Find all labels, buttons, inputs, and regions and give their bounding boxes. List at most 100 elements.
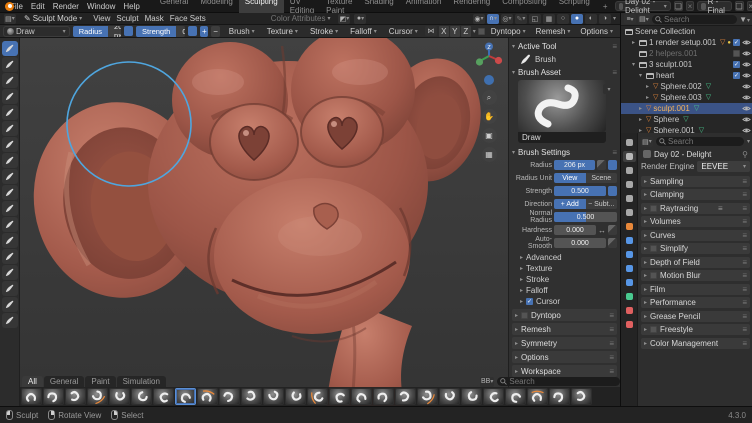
brush-dropdown[interactable]: Brush▾ bbox=[225, 27, 259, 36]
symmetry-y-toggle[interactable]: Y bbox=[450, 26, 460, 37]
auto-smooth-pressure-toggle[interactable] bbox=[608, 238, 617, 248]
tool-scrape-icon[interactable] bbox=[2, 201, 18, 216]
brush-name-field[interactable]: Draw bbox=[518, 132, 606, 143]
eye-icon[interactable] bbox=[742, 71, 751, 80]
properties-tab-view-layer[interactable] bbox=[623, 179, 636, 190]
outliner-row-1-render-setup-001[interactable]: ▸1 render setup.001▽●✓ bbox=[621, 37, 752, 48]
radius-unit-scene[interactable]: Scene bbox=[586, 173, 618, 183]
pin-icon[interactable]: ⚲ bbox=[742, 150, 748, 159]
outliner-row-3-sculpt-001[interactable]: ▾3 sculpt.001✓ bbox=[621, 59, 752, 70]
tool-transform-icon[interactable] bbox=[2, 297, 18, 312]
properties-panel-color-management[interactable]: ▸Color Management≡ bbox=[641, 338, 750, 349]
direction-add-button[interactable]: + bbox=[200, 26, 208, 37]
snap-magnet-icon[interactable]: ∩▾ bbox=[487, 14, 499, 24]
brush-thumbnail-18[interactable] bbox=[417, 388, 438, 405]
brush-thumbnail-11[interactable] bbox=[263, 388, 284, 405]
radius-animate-toggle[interactable] bbox=[597, 160, 606, 170]
delete-scene-button[interactable]: × bbox=[686, 1, 694, 11]
outliner-row-sculpt-001[interactable]: ▸▽sculpt.001▽ bbox=[621, 103, 752, 114]
navigation-axis-gizmo[interactable]: Z bbox=[475, 42, 503, 70]
tool-draw-icon[interactable] bbox=[2, 41, 18, 56]
palette-icon[interactable]: ●▾ bbox=[354, 14, 366, 24]
brush-thumbnail-12[interactable] bbox=[285, 388, 306, 405]
panel-options[interactable]: ▸Options≡ bbox=[512, 351, 617, 363]
radius-field[interactable]: 206 px bbox=[554, 160, 595, 170]
view-layer-selector[interactable]: R - Final bbox=[697, 1, 732, 11]
tool-blob-icon[interactable] bbox=[2, 137, 18, 152]
properties-editor-type-icon[interactable]: ▤▾ bbox=[641, 137, 653, 147]
panel-dyntopo[interactable]: ▸Dyntopo≡ bbox=[512, 309, 617, 321]
symmetry-z-toggle[interactable]: Z bbox=[461, 26, 471, 37]
properties-search-input[interactable]: Search bbox=[656, 137, 744, 146]
editor-type-icon[interactable]: ▤▾ bbox=[4, 14, 16, 24]
outliner-row-2-helpers-001[interactable]: 2 helpers.001 bbox=[621, 48, 752, 59]
eye-icon[interactable] bbox=[742, 60, 751, 69]
menu-render[interactable]: Render bbox=[49, 2, 83, 11]
properties-tab-data[interactable] bbox=[623, 291, 636, 302]
properties-panel-clamping[interactable]: ▸Clamping≡ bbox=[641, 189, 750, 200]
auto-smooth-field[interactable]: 0.000 bbox=[554, 238, 606, 248]
viewport-menu-view[interactable]: View bbox=[90, 14, 113, 23]
filter-funnel-icon[interactable]: ▼▾ bbox=[739, 15, 750, 24]
tool-annotate-icon[interactable] bbox=[2, 313, 18, 328]
properties-tab-render[interactable] bbox=[623, 151, 636, 162]
pan-hand-icon[interactable]: ✋ bbox=[482, 109, 497, 124]
outliner-row-sphere[interactable]: ▸▽Sphere▽ bbox=[621, 114, 752, 125]
tool-clay-strips-icon[interactable] bbox=[2, 89, 18, 104]
shelf-tab-all[interactable]: All bbox=[22, 376, 43, 387]
brush-asset-panel-header[interactable]: ▾Brush Asset≡ bbox=[512, 66, 617, 78]
brush-thumbnail-15[interactable] bbox=[351, 388, 372, 405]
show-gizmo-icon[interactable]: ◱ bbox=[529, 14, 541, 24]
shelf-display-button[interactable]: BB▾ bbox=[480, 377, 494, 387]
viewport-3d[interactable] bbox=[20, 38, 508, 406]
direction-subtract-button[interactable]: − bbox=[211, 26, 219, 37]
tool-clay-icon[interactable] bbox=[2, 73, 18, 88]
brush-thumbnail-24[interactable] bbox=[549, 388, 570, 405]
tool-crease-icon[interactable] bbox=[2, 153, 18, 168]
strength-slider[interactable]: Strength 0.500 bbox=[136, 26, 185, 37]
shading-rendered-icon[interactable]: ◑ bbox=[599, 14, 611, 24]
properties-tab-modifiers[interactable] bbox=[623, 235, 636, 246]
properties-tab-constraints[interactable] bbox=[623, 277, 636, 288]
show-overlays-icon[interactable]: ▦ bbox=[543, 14, 555, 24]
hardness-invert-icon[interactable]: ↔ bbox=[598, 226, 606, 235]
direction-option[interactable]: + Add bbox=[554, 199, 586, 209]
properties-panel-film[interactable]: ▸Film≡ bbox=[641, 284, 750, 295]
mode-selector[interactable]: ✎ Sculpt Mode ▾ bbox=[20, 14, 86, 23]
properties-panel-grease-pencil[interactable]: ▸Grease Pencil≡ bbox=[641, 311, 750, 322]
menu-help[interactable]: Help bbox=[119, 2, 143, 11]
properties-tab-physics[interactable] bbox=[623, 263, 636, 274]
outliner-row-sphere-003[interactable]: ▸▽Sphere.003▽ bbox=[621, 92, 752, 103]
tool-inflate-icon[interactable] bbox=[2, 121, 18, 136]
shading-dropdown-icon[interactable]: ▾ bbox=[613, 15, 616, 22]
symmetry-x-toggle[interactable]: X bbox=[439, 26, 449, 37]
properties-tab-particles[interactable] bbox=[623, 249, 636, 260]
brush-settings-panel-header[interactable]: ▾Brush Settings≡ bbox=[512, 146, 617, 158]
properties-panel-performance[interactable]: ▸Performance≡ bbox=[641, 297, 750, 308]
eye-icon[interactable] bbox=[742, 104, 751, 113]
properties-tab-scene[interactable] bbox=[623, 193, 636, 204]
brush-thumbnail-16[interactable] bbox=[373, 388, 394, 405]
zoom-icon[interactable]: ⌕ bbox=[482, 90, 497, 105]
tool-pose-icon[interactable] bbox=[2, 281, 18, 296]
properties-panel-depth-of-field[interactable]: ▸Depth of Field≡ bbox=[641, 257, 750, 268]
brush-thumbnail-20[interactable] bbox=[461, 388, 482, 405]
properties-panel-freestyle[interactable]: ▸Freestyle≡ bbox=[641, 324, 750, 335]
brush-thumbnail-1[interactable] bbox=[43, 388, 64, 405]
properties-tab-tool[interactable] bbox=[623, 137, 636, 148]
orthographic-toggle-icon[interactable]: ▦ bbox=[482, 147, 497, 162]
falloff-dropdown[interactable]: Falloff▾ bbox=[346, 27, 381, 36]
hardness-pressure-toggle[interactable] bbox=[608, 225, 617, 235]
radius-slider[interactable]: Radius 206 px bbox=[73, 26, 121, 37]
viewport-menu-face-sets[interactable]: Face Sets bbox=[167, 14, 209, 23]
properties-tab-world[interactable] bbox=[623, 207, 636, 218]
strength-pressure-toggle[interactable] bbox=[188, 26, 197, 36]
proportional-edit-icon[interactable]: ◎▾ bbox=[501, 14, 513, 24]
strength-pressure-toggle-sidebar[interactable] bbox=[608, 186, 617, 196]
radius-unit-view[interactable]: View bbox=[554, 173, 586, 183]
brush-thumbnail-0[interactable] bbox=[21, 388, 42, 405]
panel-remesh[interactable]: ▸Remesh≡ bbox=[512, 323, 617, 335]
cursor-dropdown[interactable]: Cursor▾ bbox=[385, 27, 422, 36]
dyntopo-dropdown[interactable]: Dyntopo▾ bbox=[487, 27, 530, 36]
tool-snake-hook-icon[interactable] bbox=[2, 249, 18, 264]
